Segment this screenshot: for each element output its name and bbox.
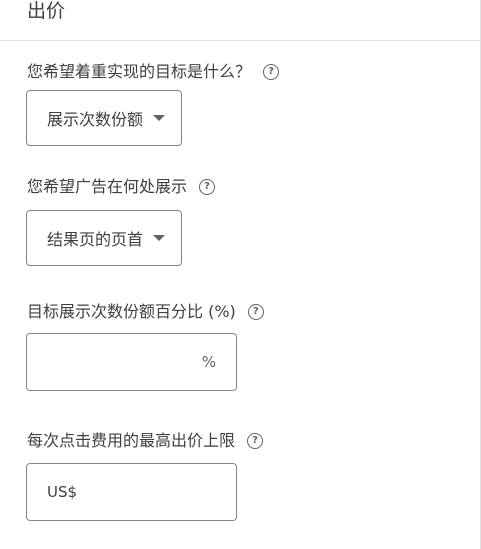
location-dropdown[interactable]: 结果页的页首 — [26, 210, 183, 266]
location-dropdown-value: 结果页的页首 — [47, 230, 144, 249]
impression-share-input[interactable]: % — [26, 333, 237, 391]
page-title: 出价 — [27, 0, 66, 22]
goal-dropdown[interactable]: 展示次数份额 — [26, 90, 183, 146]
currency-prefix: US$ — [47, 483, 78, 501]
goal-field-label: 您希望着重实现的目标是什么？ ? — [27, 61, 280, 83]
max-cpc-field-label: 每次点击费用的最高出价上限 ? — [27, 430, 264, 452]
goal-label-text: 您希望着重实现的目标是什么？ — [27, 62, 252, 81]
panel-header: 出价 — [0, 0, 481, 41]
help-circle-icon[interactable]: ? — [247, 433, 264, 449]
location-field-label: 您希望广告在何处展示 ? — [27, 176, 216, 198]
help-circle-icon[interactable]: ? — [247, 304, 264, 320]
max-cpc-input[interactable]: US$ — [26, 463, 237, 521]
percent-suffix: % — [201, 353, 216, 371]
impression-share-field-label: 目标展示次数份额百分比 (%) ? — [27, 301, 264, 323]
arrow-drop-down-icon — [153, 235, 166, 241]
help-circle-icon[interactable]: ? — [263, 64, 280, 80]
help-circle-icon[interactable]: ? — [199, 179, 216, 195]
impression-share-label-text: 目标展示次数份额百分比 (%) — [27, 302, 236, 321]
arrow-drop-down-icon — [153, 115, 166, 121]
max-cpc-label-text: 每次点击费用的最高出价上限 — [27, 431, 236, 450]
goal-dropdown-value: 展示次数份额 — [47, 110, 144, 129]
location-label-text: 您希望广告在何处展示 — [27, 177, 188, 196]
